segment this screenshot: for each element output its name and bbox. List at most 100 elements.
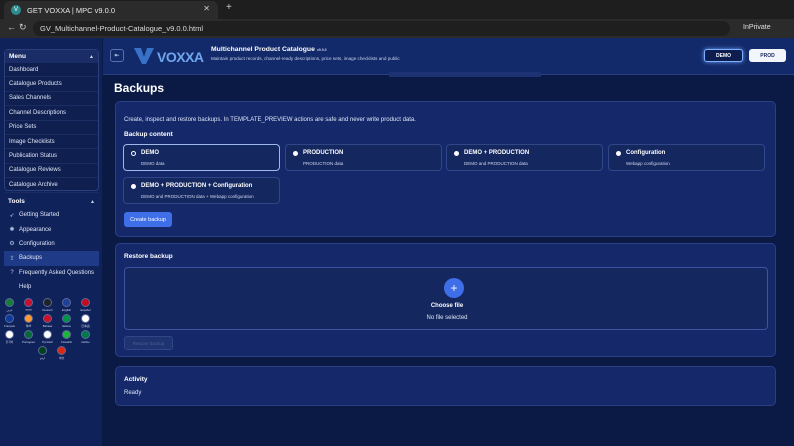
language-label[interactable]: Portugues (22, 340, 36, 344)
sidebar-item-label: Frequently Asked Questions (19, 269, 95, 276)
plus-icon[interactable]: + (444, 278, 464, 298)
app-subtitle: Maintain product records, channel-ready … (211, 56, 400, 61)
sidebar-item-label: Catalogue Reviews (9, 167, 61, 174)
activity-title: Activity (124, 376, 148, 383)
language-label[interactable]: English (60, 308, 74, 312)
language-flag[interactable] (5, 298, 14, 307)
chevron-up-icon: ▲ (89, 53, 94, 60)
tab-title: GET VOXXA | MPC v9.0.0 (27, 5, 116, 15)
language-flag[interactable] (38, 346, 47, 355)
language-flag[interactable] (62, 314, 71, 323)
language-label[interactable]: Русский (41, 340, 55, 344)
language-flag[interactable] (57, 346, 66, 355)
backup-option[interactable]: DEMO + PRODUCTION + Configuration DEMO an… (123, 177, 280, 204)
language-label[interactable]: 한국어 (3, 340, 17, 344)
sidebar-item-catalogue-archive[interactable]: Catalogue Archive (5, 178, 98, 193)
app-version: v9.0.0 (316, 48, 327, 52)
sidebar-item-publication-status[interactable]: Publication Status (5, 149, 98, 164)
sidebar-item-help[interactable]: Help (4, 280, 99, 294)
tools-header[interactable]: Tools ▲ (4, 195, 99, 208)
tools-title: Tools (8, 198, 25, 205)
language-label[interactable]: اردو (36, 356, 50, 360)
sidebar-item-configuration[interactable]: ⚙ Configuration (4, 237, 99, 251)
language-flag[interactable] (62, 330, 71, 339)
restore-card: Restore backup + Choose file No file sel… (115, 243, 776, 357)
sidebar-item-price-sets[interactable]: Price Sets (5, 121, 98, 135)
language-flag[interactable] (43, 298, 52, 307)
language-flag[interactable] (24, 330, 33, 339)
backup-option-label: PRODUCTION (303, 150, 344, 156)
choose-file-label[interactable]: Choose file (125, 303, 769, 309)
language-label[interactable]: Bahasa (41, 324, 55, 328)
language-label[interactable]: Français (3, 324, 17, 328)
language-flag[interactable] (81, 330, 90, 339)
prod-mode-button[interactable]: PROD (749, 49, 786, 62)
language-flag[interactable] (81, 314, 90, 323)
url-input[interactable]: GV_Multichannel-Product-Catalogue_v9.0.0… (33, 21, 730, 36)
activity-card: Activity Ready (115, 366, 776, 406)
upload-icon: ⇪ (9, 255, 15, 262)
app-logo: VOXXA (132, 45, 208, 67)
app-title: Multichannel Product Catalogue v9.0.0 (211, 46, 327, 53)
language-flag[interactable] (81, 298, 90, 307)
language-flag[interactable] (43, 330, 52, 339)
plus-icon[interactable]: + (226, 2, 232, 13)
reload-icon[interactable]: ↻ (19, 22, 27, 33)
radio-icon[interactable] (616, 151, 621, 156)
demo-mode-button[interactable]: DEMO (704, 49, 743, 62)
sidebar-item-frequently-asked-questions[interactable]: ? Frequently Asked Questions (4, 266, 99, 280)
backup-option-desc: PRODUCTION data (303, 161, 344, 166)
sidebar-item-catalogue-reviews[interactable]: Catalogue Reviews (5, 164, 98, 179)
language-flag[interactable] (5, 314, 14, 323)
backup-option[interactable]: PRODUCTION PRODUCTION data (285, 144, 442, 171)
sidebar-item-label: Publication Status (9, 153, 58, 160)
page-title: Backups (114, 81, 165, 95)
language-label[interactable]: isiZulu (79, 340, 93, 344)
language-label[interactable]: 日本語 (79, 324, 93, 328)
language-flag[interactable] (5, 330, 14, 339)
radio-icon[interactable] (293, 151, 298, 156)
restore-backup-button[interactable]: Restore backup (124, 336, 173, 350)
language-flag[interactable] (43, 314, 52, 323)
sidebar-item-channel-descriptions[interactable]: Channel Descriptions (5, 106, 98, 121)
sidebar-item-backups[interactable]: ⇪ Backups (4, 251, 99, 266)
backup-option-label: DEMO (141, 150, 159, 156)
sidebar-item-getting-started[interactable]: ➶ Getting Started (4, 208, 99, 222)
language-label[interactable]: Español (79, 308, 93, 312)
sidebar-item-appearance[interactable]: ✺ Appearance (4, 222, 99, 236)
language-label[interactable]: Deutsch (41, 308, 55, 312)
language-label[interactable]: Kiswahili (60, 340, 74, 344)
language-label[interactable]: Italiano (60, 324, 74, 328)
browser-tabbar: V GET VOXXA | MPC v9.0.0 ✕ + (0, 0, 794, 19)
close-icon[interactable]: ✕ (203, 4, 210, 13)
sidebar-item-catalogue-products[interactable]: Catalogue Products (5, 77, 98, 92)
inprivate-badge: InPrivate (743, 24, 771, 31)
backup-option[interactable]: DEMO DEMO data (123, 144, 280, 171)
radio-icon[interactable] (131, 151, 136, 156)
language-flag[interactable] (62, 298, 71, 307)
radio-icon[interactable] (131, 184, 136, 189)
backup-option-desc: DEMO and PRODUCTION data + Webapp config… (141, 194, 254, 199)
file-dropzone[interactable]: + Choose file No file selected (124, 267, 768, 330)
sidebar-item-label: Catalogue Archive (9, 181, 58, 188)
backup-option-desc: DEMO data (141, 161, 165, 166)
backup-option[interactable]: Configuration Webapp configuration (608, 144, 765, 171)
browser-tab[interactable]: V GET VOXXA | MPC v9.0.0 ✕ (4, 1, 218, 19)
palette-icon: ✺ (9, 227, 15, 234)
language-label[interactable]: عربي (3, 308, 17, 312)
sidebar-item-sales-channels[interactable]: Sales Channels (5, 92, 98, 107)
radio-icon[interactable] (454, 151, 459, 156)
backup-option[interactable]: DEMO + PRODUCTION DEMO and PRODUCTION dat… (446, 144, 603, 171)
sidebar-toggle-icon[interactable]: ⇤ (110, 49, 124, 62)
arrow-left-icon[interactable]: ← (7, 22, 16, 32)
language-flag[interactable] (24, 314, 33, 323)
menu-header[interactable]: Menu ▲ (5, 50, 98, 63)
language-label[interactable]: 中文 (55, 356, 69, 360)
backup-content-title: Backup content (124, 131, 173, 138)
favicon-icon: V (11, 5, 21, 15)
sidebar-item-image-checklists[interactable]: Image Checklists (5, 135, 98, 150)
sidebar-item-dashboard[interactable]: Dashboard (5, 63, 98, 78)
create-backup-button[interactable]: Create backup (124, 212, 172, 227)
language-label[interactable]: हिन्दी (22, 324, 36, 328)
language-flag[interactable] (24, 298, 33, 307)
